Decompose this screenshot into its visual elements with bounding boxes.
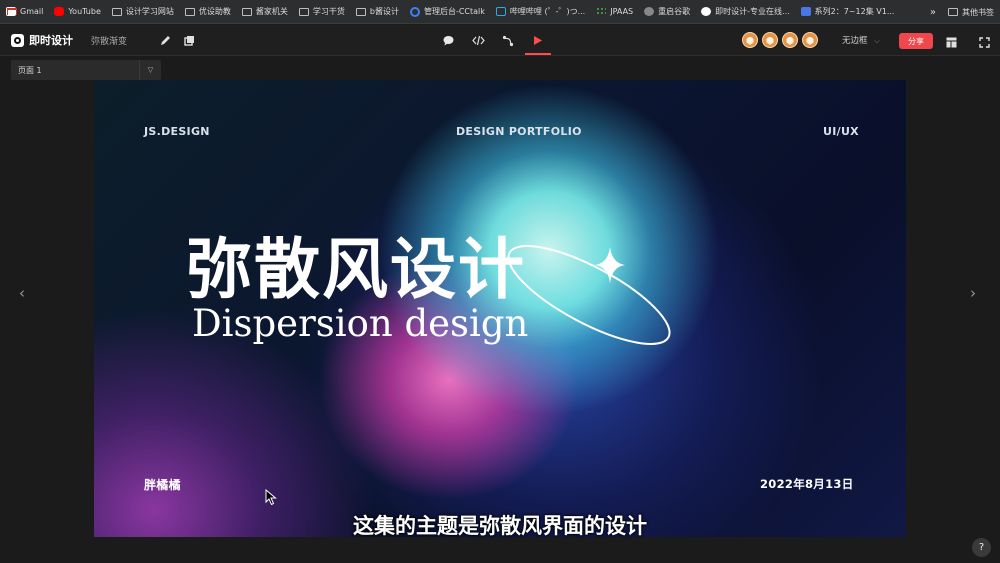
collaborators <box>742 32 818 48</box>
globe-icon <box>644 7 655 16</box>
app-logo-icon[interactable] <box>11 33 24 47</box>
doc-icon <box>800 7 811 16</box>
orbit-decoration <box>507 245 671 345</box>
comment-icon[interactable] <box>440 33 456 49</box>
avatar[interactable] <box>802 32 818 48</box>
app-toolbar: 即时设计 弥散渐变 无边框 ⌵ 分享 <box>0 25 1000 56</box>
dropdown-icon[interactable]: ▽ <box>139 60 161 80</box>
other-bookmarks[interactable]: 其他书签 <box>962 7 994 18</box>
presentation-slide: JS.DESIGN DESIGN PORTFOLIO UI/UX 弥散风设计 D… <box>94 80 906 537</box>
avatar[interactable] <box>782 32 798 48</box>
bookmarks-more-button[interactable]: » <box>930 7 936 18</box>
video-subtitle: 这集的主题是弥散风界面的设计 <box>353 514 647 538</box>
gmail-icon <box>6 7 17 16</box>
bookmark-folder-bjiang[interactable]: b酱设计 <box>355 0 399 23</box>
bookmarks-bar: Gmail YouTube 设计学习网站 优设助教 酱家机关 学习干货 b酱设计… <box>0 0 1000 24</box>
border-select[interactable]: 无边框 ⌵ <box>842 34 880 46</box>
share-button[interactable]: 分享 <box>899 33 933 49</box>
grid-icon <box>596 7 607 16</box>
page-selector[interactable]: 页面 1 ▽ <box>11 60 161 80</box>
mouse-cursor-icon <box>265 489 277 506</box>
bookmark-cctalk[interactable]: 管理后台-CCtalk <box>409 0 485 23</box>
bookmark-gmail[interactable]: Gmail <box>6 0 43 23</box>
bookmark-restart-chrome[interactable]: 重启谷歌 <box>644 0 690 23</box>
sparkle-icon <box>595 247 625 283</box>
prototype-icon[interactable] <box>500 33 516 49</box>
bookmark-jsdesign[interactable]: 即时设计-专业在线... <box>701 0 790 23</box>
fullscreen-icon[interactable] <box>976 34 992 50</box>
jsdesign-icon <box>701 7 712 16</box>
bookmark-youtube[interactable]: YouTube <box>54 0 101 23</box>
bookmark-series2[interactable]: 系列2：7~12集 V1... <box>800 0 894 23</box>
chevron-down-icon: ⌵ <box>874 37 880 45</box>
document-name[interactable]: 弥散渐变 <box>91 34 127 47</box>
bookmark-folder-study[interactable]: 学习干货 <box>298 0 345 23</box>
avatar[interactable] <box>762 32 778 48</box>
layout-icon[interactable] <box>943 34 959 50</box>
slide-author: 胖橘橘 <box>144 478 181 492</box>
play-icon[interactable] <box>525 25 551 56</box>
bookmark-bilibili[interactable]: 哔哩哔哩 (゜-゜)つ... <box>495 0 585 23</box>
next-slide-icon[interactable]: › <box>970 284 976 302</box>
folder-icon <box>184 7 195 16</box>
folder-icon <box>948 8 958 16</box>
slide-date: 2022年8月13日 <box>760 477 854 491</box>
folder-icon <box>111 7 122 16</box>
bookmark-folder-jiangjia[interactable]: 酱家机关 <box>241 0 288 23</box>
youtube-icon <box>54 7 65 16</box>
code-icon[interactable] <box>470 33 486 49</box>
bookmark-folder-design-sites[interactable]: 设计学习网站 <box>111 0 174 23</box>
pencil-icon[interactable] <box>157 32 173 48</box>
app-name: 即时设计 <box>29 34 73 47</box>
prev-slide-icon[interactable]: ‹ <box>19 284 25 302</box>
help-button[interactable]: ? <box>972 538 991 557</box>
bookmark-folder-assistant[interactable]: 优设助教 <box>184 0 231 23</box>
avatar[interactable] <box>742 32 758 48</box>
folder-icon <box>241 7 252 16</box>
bilibili-icon <box>495 7 506 16</box>
loading-circle-icon <box>409 6 420 17</box>
folder-icon <box>355 7 366 16</box>
copy-icon[interactable] <box>181 32 197 48</box>
folder-icon <box>298 7 309 16</box>
bookmark-jpaas[interactable]: JPAAS <box>596 0 633 23</box>
